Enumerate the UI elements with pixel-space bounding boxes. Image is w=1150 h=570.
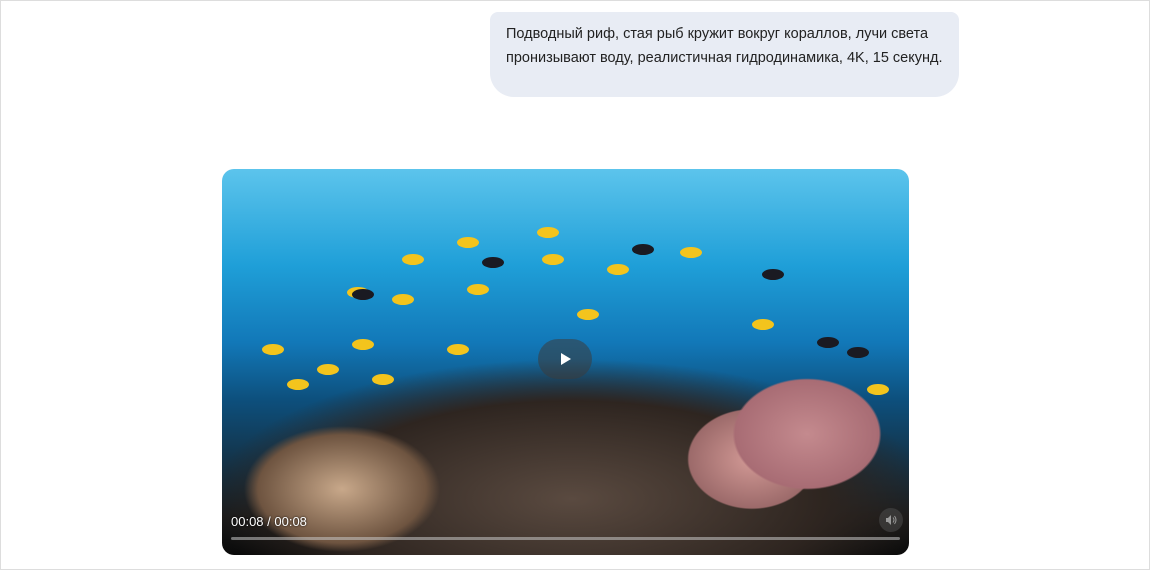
video-player[interactable]: 00:08 / 00:08	[222, 169, 909, 555]
video-time-display: 00:08 / 00:08	[231, 514, 307, 529]
video-progress-bar[interactable]	[231, 537, 900, 540]
play-button[interactable]	[538, 339, 592, 379]
volume-icon	[886, 515, 897, 525]
volume-button[interactable]	[879, 508, 903, 532]
play-icon	[561, 353, 571, 365]
user-message-bubble: Подводный риф, стая рыб кружит вокруг ко…	[490, 12, 959, 97]
user-message-text: Подводный риф, стая рыб кружит вокруг ко…	[506, 26, 943, 66]
